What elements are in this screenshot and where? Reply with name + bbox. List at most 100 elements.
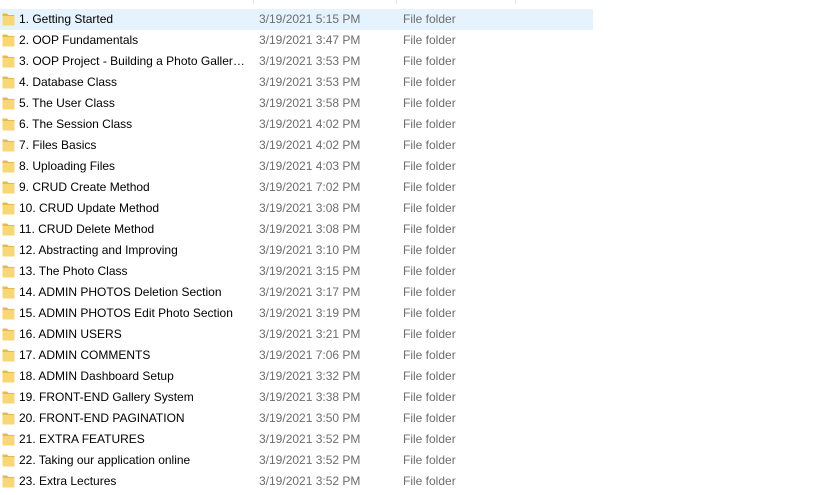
folder-icon: [2, 265, 15, 278]
list-item[interactable]: 11. CRUD Delete Method 3/19/2021 3:08 PM…: [0, 219, 815, 240]
file-name: 19. FRONT-END Gallery System: [19, 390, 194, 404]
file-type: File folder: [403, 327, 456, 341]
date-modified: 3/19/2021 4:03 PM: [259, 159, 361, 173]
folder-icon: [2, 433, 15, 446]
date-modified: 3/19/2021 3:17 PM: [259, 285, 361, 299]
file-name: 1. Getting Started: [19, 12, 114, 26]
list-item[interactable]: 2. OOP Fundamentals 3/19/2021 3:47 PM Fi…: [0, 30, 815, 51]
folder-icon: [2, 118, 15, 131]
folder-icon: [2, 97, 15, 110]
file-type: File folder: [403, 159, 456, 173]
file-type: File folder: [403, 369, 456, 383]
file-name: 12. Abstracting and Improving: [19, 243, 178, 257]
file-name: 11. CRUD Delete Method: [19, 222, 155, 236]
file-type: File folder: [403, 432, 456, 446]
file-name: 13. The Photo Class: [19, 264, 128, 278]
file-name: 3. OOP Project - Building a Photo Galler…: [19, 54, 247, 68]
file-name: 15. ADMIN PHOTOS Edit Photo Section: [19, 306, 233, 320]
file-type: File folder: [403, 12, 456, 26]
column-separator-name: [253, 0, 254, 4]
folder-icon: [2, 223, 15, 236]
folder-icon: [2, 454, 15, 467]
file-name: 7. Files Basics: [19, 138, 97, 152]
file-type: File folder: [403, 285, 456, 299]
list-item[interactable]: 15. ADMIN PHOTOS Edit Photo Section 3/19…: [0, 303, 815, 324]
list-item[interactable]: 17. ADMIN COMMENTS 3/19/2021 7:06 PM Fil…: [0, 345, 815, 366]
date-modified: 3/19/2021 3:50 PM: [259, 411, 361, 425]
file-name: 6. The Session Class: [19, 117, 133, 131]
file-type: File folder: [403, 96, 456, 110]
file-type: File folder: [403, 264, 456, 278]
date-modified: 3/19/2021 3:19 PM: [259, 306, 361, 320]
list-item[interactable]: 9. CRUD Create Method 3/19/2021 7:02 PM …: [0, 177, 815, 198]
list-item[interactable]: 8. Uploading Files 3/19/2021 4:03 PM Fil…: [0, 156, 815, 177]
date-modified: 3/19/2021 3:32 PM: [259, 369, 361, 383]
list-item[interactable]: 13. The Photo Class 3/19/2021 3:15 PM Fi…: [0, 261, 815, 282]
file-name: 10. CRUD Update Method: [19, 201, 160, 215]
date-modified: 3/19/2021 3:15 PM: [259, 264, 361, 278]
file-type: File folder: [403, 54, 456, 68]
list-item[interactable]: 5. The User Class 3/19/2021 3:58 PM File…: [0, 93, 815, 114]
date-modified: 3/19/2021 3:08 PM: [259, 222, 361, 236]
folder-icon: [2, 307, 15, 320]
list-item[interactable]: 20. FRONT-END PAGINATION 3/19/2021 3:50 …: [0, 408, 815, 429]
list-item[interactable]: 3. OOP Project - Building a Photo Galler…: [0, 51, 815, 72]
date-modified: 3/19/2021 7:06 PM: [259, 348, 361, 362]
date-modified: 3/19/2021 3:53 PM: [259, 75, 361, 89]
date-modified: 3/19/2021 3:52 PM: [259, 453, 361, 467]
folder-icon: [2, 370, 15, 383]
file-name: 5. The User Class: [19, 96, 115, 110]
date-modified: 3/19/2021 3:10 PM: [259, 243, 361, 257]
date-modified: 3/19/2021 4:02 PM: [259, 138, 361, 152]
list-item[interactable]: 22. Taking our application online 3/19/2…: [0, 450, 815, 471]
file-name: 18. ADMIN Dashboard Setup: [19, 369, 174, 383]
file-name: 4. Database Class: [19, 75, 118, 89]
list-item[interactable]: 14. ADMIN PHOTOS Deletion Section 3/19/2…: [0, 282, 815, 303]
folder-icon: [2, 391, 15, 404]
file-type: File folder: [403, 348, 456, 362]
list-item[interactable]: 18. ADMIN Dashboard Setup 3/19/2021 3:32…: [0, 366, 815, 387]
column-separator-date: [396, 0, 397, 4]
date-modified: 3/19/2021 3:08 PM: [259, 201, 361, 215]
file-name: 20. FRONT-END PAGINATION: [19, 411, 185, 425]
date-modified: 3/19/2021 3:38 PM: [259, 390, 361, 404]
list-item[interactable]: 12. Abstracting and Improving 3/19/2021 …: [0, 240, 815, 261]
folder-icon: [2, 34, 15, 47]
date-modified: 3/19/2021 3:53 PM: [259, 54, 361, 68]
file-type: File folder: [403, 33, 456, 47]
folder-icon: [2, 202, 15, 215]
file-type: File folder: [403, 75, 456, 89]
file-type: File folder: [403, 306, 456, 320]
list-item[interactable]: 1. Getting Started 3/19/2021 5:15 PM Fil…: [0, 9, 815, 30]
file-name: 14. ADMIN PHOTOS Deletion Section: [19, 285, 222, 299]
list-item[interactable]: 6. The Session Class 3/19/2021 4:02 PM F…: [0, 114, 815, 135]
date-modified: 3/19/2021 3:52 PM: [259, 432, 361, 446]
file-type: File folder: [403, 474, 456, 488]
date-modified: 3/19/2021 7:02 PM: [259, 180, 361, 194]
folder-icon: [2, 244, 15, 257]
file-name: 16. ADMIN USERS: [19, 327, 122, 341]
column-separator-type: [515, 0, 516, 4]
date-modified: 3/19/2021 3:52 PM: [259, 474, 361, 488]
file-type: File folder: [403, 117, 456, 131]
file-type: File folder: [403, 243, 456, 257]
folder-icon: [2, 349, 15, 362]
file-name: 23. Extra Lectures: [19, 474, 117, 488]
date-modified: 3/19/2021 3:47 PM: [259, 33, 361, 47]
list-item[interactable]: 7. Files Basics 3/19/2021 4:02 PM File f…: [0, 135, 815, 156]
folder-icon: [2, 286, 15, 299]
list-item[interactable]: 10. CRUD Update Method 3/19/2021 3:08 PM…: [0, 198, 815, 219]
folder-icon: [2, 475, 15, 488]
folder-icon: [2, 328, 15, 341]
list-item[interactable]: 23. Extra Lectures 3/19/2021 3:52 PM Fil…: [0, 471, 815, 492]
file-name: 2. OOP Fundamentals: [19, 33, 139, 47]
list-item[interactable]: 19. FRONT-END Gallery System 3/19/2021 3…: [0, 387, 815, 408]
list-item[interactable]: 16. ADMIN USERS 3/19/2021 3:21 PM File f…: [0, 324, 815, 345]
file-type: File folder: [403, 138, 456, 152]
list-item[interactable]: 21. EXTRA FEATURES 3/19/2021 3:52 PM Fil…: [0, 429, 815, 450]
file-type: File folder: [403, 390, 456, 404]
list-item[interactable]: 4. Database Class 3/19/2021 3:53 PM File…: [0, 72, 815, 93]
folder-icon: [2, 13, 15, 26]
file-type: File folder: [403, 222, 456, 236]
date-modified: 3/19/2021 3:21 PM: [259, 327, 361, 341]
